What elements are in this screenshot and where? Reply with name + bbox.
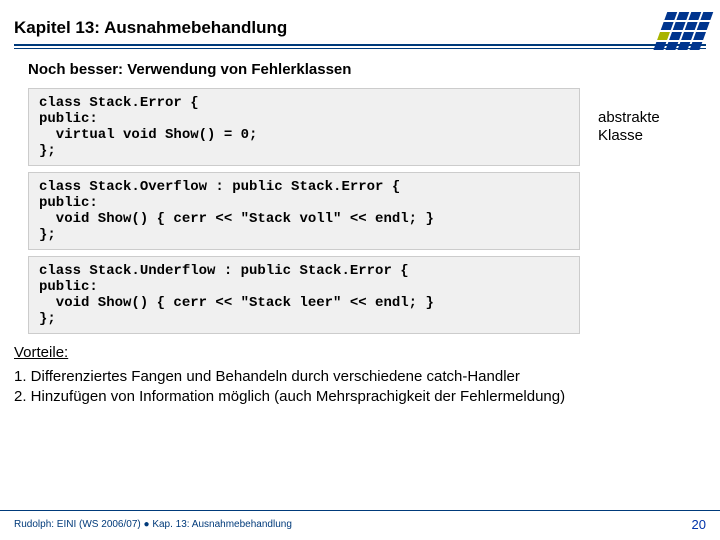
- slide-header: Kapitel 13: Ausnahmebehandlung: [0, 0, 720, 49]
- advantage-item-1: 1. Differenziertes Fangen und Behandeln …: [14, 367, 708, 387]
- footer-text: Rudolph: EINI (WS 2006/07) ● Kap. 13: Au…: [14, 519, 292, 530]
- code-block-overflow: class Stack.Overflow : public Stack.Erro…: [28, 172, 580, 250]
- advantages-label: Vorteile:: [14, 344, 720, 361]
- slide-footer: Rudolph: EINI (WS 2006/07) ● Kap. 13: Au…: [0, 510, 720, 540]
- code-block-underflow: class Stack.Underflow : public Stack.Err…: [28, 256, 580, 334]
- divider-thin: [14, 48, 706, 49]
- chapter-title: Kapitel 13: Ausnahmebehandlung: [14, 18, 720, 38]
- advantage-item-2: 2. Hinzufügen von Information möglich (a…: [14, 387, 708, 407]
- subheading: Noch besser: Verwendung von Fehlerklasse…: [28, 61, 720, 78]
- divider-thick: [14, 44, 706, 46]
- code-row-2: class Stack.Overflow : public Stack.Erro…: [28, 172, 702, 250]
- page-number: 20: [692, 517, 706, 532]
- annotation-abstract: abstrakte Klasse: [598, 109, 660, 145]
- code-row-3: class Stack.Underflow : public Stack.Err…: [28, 256, 702, 334]
- advantages-list: 1. Differenziertes Fangen und Behandeln …: [14, 367, 708, 408]
- logo-icon: [648, 10, 718, 58]
- code-block-stackerror: class Stack.Error { public: virtual void…: [28, 88, 580, 166]
- code-row-1: class Stack.Error { public: virtual void…: [28, 88, 702, 166]
